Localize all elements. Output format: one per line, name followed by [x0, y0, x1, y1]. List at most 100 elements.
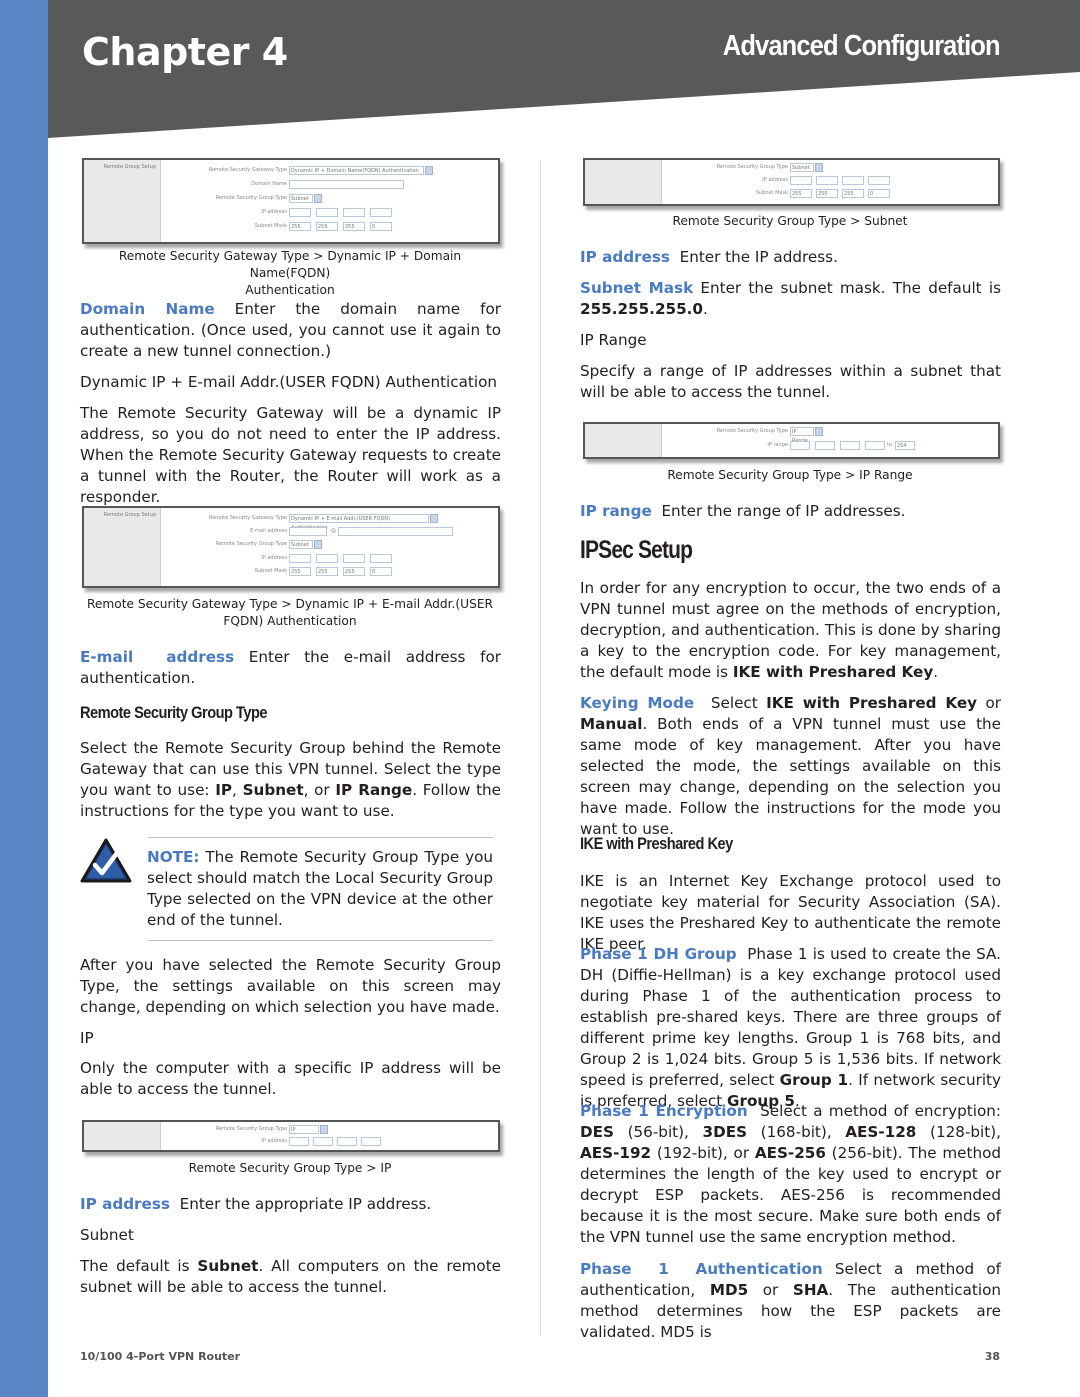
figure-caption: Remote Security Gateway Type > Dynamic I… — [80, 596, 500, 630]
body-text: IKE is an Internet Key Exchange protocol… — [580, 872, 1001, 953]
range-octet-input[interactable] — [840, 441, 860, 450]
screenshot-domain-name: Remote Group Setup Remote Security Gatew… — [82, 158, 500, 244]
subheading-remote-security-group-type: Remote Security Group Type — [80, 703, 267, 722]
ip-octet-input[interactable] — [343, 554, 365, 563]
ip-octet-input[interactable] — [361, 1137, 381, 1146]
bold-text: 255.255.255.0 — [580, 300, 703, 318]
panel-label-area: Remote Group Setup — [84, 160, 161, 242]
screenshot-group-ip-range: Remote Security Group Type IP Range IP r… — [583, 422, 1000, 459]
mask-octet-input[interactable]: 0 — [868, 189, 890, 198]
mask-octet-input[interactable]: 0 — [370, 567, 392, 576]
chevron-down-icon[interactable] — [430, 514, 438, 523]
body-text: The Remote Security Gateway will be a dy… — [80, 404, 501, 506]
bold-text: MD5 — [709, 1281, 749, 1299]
chevron-down-icon[interactable] — [314, 540, 322, 549]
gateway-type-label: Remote Security Gateway Type — [208, 515, 287, 521]
range-octet-input[interactable] — [815, 441, 835, 450]
subnet-mask-description: Subnet Mask Enter the subnet mask. The d… — [580, 278, 1001, 320]
figure-caption: Remote Security Group Type > IP Range — [667, 468, 913, 482]
ip-description: Only the computer with a specific IP add… — [80, 1058, 501, 1100]
panel-label-area — [585, 160, 662, 204]
ip-address-label: IP address — [261, 555, 287, 561]
body-text: (192-bit), or — [651, 1144, 755, 1162]
ip-octet-input[interactable] — [370, 554, 392, 563]
ip-octet-input[interactable] — [842, 176, 864, 185]
footer-product-name: 10/100 4-Port VPN Router — [80, 1350, 241, 1363]
body-text: Dynamic IP + E-mail Addr.(USER FQDN) Aut… — [80, 373, 497, 391]
body-text: Phase 1 is used to create the SA. DH (Di… — [580, 945, 1006, 1089]
mask-octet-input[interactable]: 255 — [316, 567, 338, 576]
mask-octet-input[interactable]: 255 — [790, 189, 812, 198]
chevron-down-icon[interactable] — [815, 163, 823, 172]
range-octet-input[interactable] — [790, 441, 810, 450]
body-text: (56-bit), — [613, 1123, 703, 1141]
group-type-select[interactable]: IP — [289, 1125, 319, 1134]
body-text: The default is — [80, 1257, 198, 1275]
ip-octet-input[interactable] — [370, 208, 392, 217]
bold-text: IKE with Preshared Key — [732, 663, 934, 681]
ip-octet-input[interactable] — [316, 554, 338, 563]
panel-label-area — [84, 1122, 161, 1150]
group-type-select[interactable]: Subnet — [790, 163, 814, 172]
bold-text: AES-128 — [845, 1123, 917, 1141]
figure-caption: Remote Security Gateway Type > Dynamic I… — [80, 248, 500, 299]
ip-range-description: Specify a range of IP addresses within a… — [580, 361, 1001, 403]
ip-octet-input[interactable] — [313, 1137, 333, 1146]
bold-text: AES-256 — [754, 1144, 826, 1162]
ip-range-heading: IP Range — [580, 330, 1001, 351]
phase1-dh-group-description: Phase 1 DH Group Phase 1 is used to crea… — [580, 944, 1001, 1112]
body-text: . — [933, 663, 939, 681]
ip-octet-input[interactable] — [289, 208, 311, 217]
gateway-type-select[interactable]: Dynamic IP + E-mail Addr.(USER FQDN) Aut… — [289, 514, 429, 531]
mask-octet-input[interactable]: 255 — [816, 189, 838, 198]
domain-name-input[interactable] — [289, 180, 404, 189]
ip-octet-input[interactable] — [790, 176, 812, 185]
page-number: 38 — [984, 1350, 1000, 1363]
ip-address-description: IP address Enter the appropriate IP addr… — [80, 1194, 501, 1215]
group-type-select[interactable]: IP Range — [790, 427, 814, 444]
chevron-down-icon[interactable] — [425, 166, 433, 175]
group-type-select[interactable]: Subnet — [289, 194, 313, 203]
ip-octet-input[interactable] — [816, 176, 838, 185]
body-text: The Remote Security Group Type you selec… — [147, 848, 493, 929]
range-octet-input[interactable] — [865, 441, 885, 450]
body-text: Subnet — [80, 1226, 134, 1244]
mask-octet-input[interactable]: 255 — [316, 222, 338, 231]
subheading-ike-preshared-key: IKE with Preshared Key — [580, 834, 733, 853]
screenshot-group-subnet: Remote Security Group Type Subnet IP add… — [583, 158, 1000, 206]
gateway-type-select[interactable]: Dynamic IP + Domain Name(FQDN) Authentic… — [289, 166, 424, 175]
term: E-mail address — [80, 648, 235, 666]
ip-octet-input[interactable] — [337, 1137, 357, 1146]
mask-octet-input[interactable]: 255 — [289, 222, 311, 231]
ike-description: IKE is an Internet Key Exchange protocol… — [580, 871, 1001, 955]
email-user-input[interactable] — [289, 527, 327, 536]
ip-octet-input[interactable] — [343, 208, 365, 217]
mask-octet-input[interactable]: 255 — [343, 567, 365, 576]
chevron-down-icon[interactable] — [320, 1125, 328, 1134]
email-domain-input[interactable] — [338, 527, 453, 536]
bold-text: Subnet — [242, 781, 304, 799]
rsgt-description: Select the Remote Security Group behind … — [80, 738, 501, 822]
subnet-mask-label: Subnet Mask — [254, 223, 287, 229]
gateway-type-label: Remote Security Gateway Type — [208, 167, 287, 173]
mask-octet-input[interactable]: 255 — [289, 567, 311, 576]
chevron-down-icon[interactable] — [314, 194, 322, 203]
note-text: NOTE: The Remote Security Group Type you… — [147, 847, 493, 931]
chevron-down-icon[interactable] — [815, 427, 823, 436]
ipsec-description: In order for any encryption to occur, th… — [580, 578, 1001, 683]
ip-octet-input[interactable] — [868, 176, 890, 185]
bold-text: AES-192 — [580, 1144, 652, 1162]
mask-octet-input[interactable]: 255 — [842, 189, 864, 198]
ip-octet-input[interactable] — [289, 554, 311, 563]
dynamic-email-heading: Dynamic IP + E-mail Addr.(USER FQDN) Aut… — [80, 372, 501, 393]
ip-octet-input[interactable] — [289, 1137, 309, 1146]
group-type-select[interactable]: Subnet — [289, 540, 313, 549]
bold-text: Manual — [580, 715, 643, 733]
ip-octet-input[interactable] — [316, 208, 338, 217]
mask-octet-input[interactable]: 255 — [343, 222, 365, 231]
bold-text: IP Range — [335, 781, 413, 799]
section-title: Advanced Configuration — [723, 30, 1001, 62]
range-end-input[interactable]: 254 — [895, 441, 915, 450]
term: Phase 1 Authentication — [580, 1260, 823, 1278]
mask-octet-input[interactable]: 0 — [370, 222, 392, 231]
